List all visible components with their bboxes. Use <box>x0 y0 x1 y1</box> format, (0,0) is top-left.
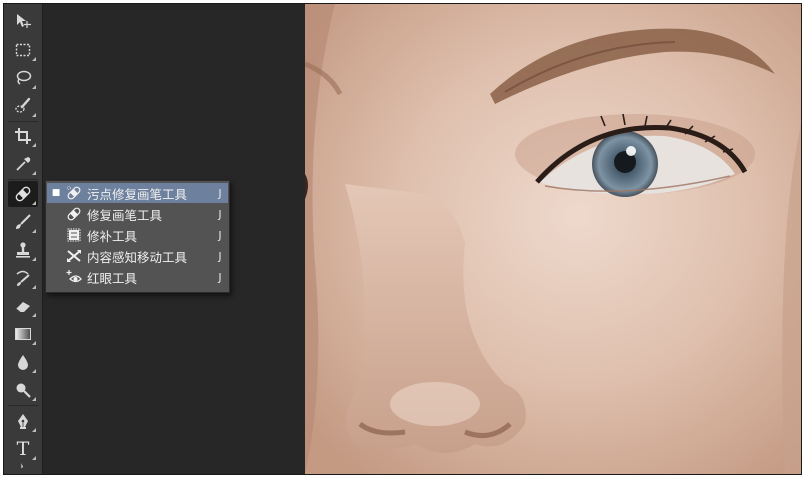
dodge-tool[interactable] <box>8 377 38 403</box>
menu-item-red-eye[interactable]: 红眼工具 J <box>47 267 228 287</box>
document-photo <box>305 4 801 474</box>
menu-item-patch[interactable]: 修补工具 J <box>47 225 228 245</box>
content-aware-move-icon <box>65 248 83 264</box>
history-brush-tool[interactable] <box>8 265 38 291</box>
menu-item-label: 修补工具 <box>87 228 138 244</box>
lasso-icon <box>16 70 32 85</box>
menu-item-label: 污点修复画笔工具 <box>87 186 188 202</box>
gradient-tool[interactable] <box>8 321 38 347</box>
quick-selection-tool[interactable] <box>8 93 38 119</box>
path-selection-icon <box>21 463 23 469</box>
menu-item-label: 红眼工具 <box>87 270 138 286</box>
quick-selection-icon <box>15 97 31 113</box>
move-icon <box>17 14 31 28</box>
type-tool[interactable]: T <box>8 436 38 462</box>
move-tool[interactable] <box>8 8 38 34</box>
shortcut-key: J <box>218 228 222 242</box>
shortcut-key: J <box>218 249 222 263</box>
marquee-tool[interactable] <box>8 37 38 63</box>
pen-icon <box>18 414 28 429</box>
brush-tool[interactable] <box>8 209 38 235</box>
bandage-icon <box>65 206 83 222</box>
menu-item-label: 修复画笔工具 <box>87 207 163 223</box>
dodge-icon <box>16 383 31 398</box>
clone-stamp-tool[interactable] <box>8 237 38 263</box>
menu-item-healing-brush[interactable]: 修复画笔工具 J <box>47 204 228 224</box>
tools-panel: T <box>4 4 43 474</box>
stamp-icon <box>16 242 30 258</box>
patch-icon <box>65 227 83 243</box>
spot-healing-icon <box>65 185 83 201</box>
gradient-icon <box>15 328 31 340</box>
history-brush-icon <box>16 270 30 286</box>
path-selection-tool[interactable] <box>8 462 38 474</box>
menu-item-label: 内容感知移动工具 <box>87 249 188 265</box>
type-icon: T <box>16 437 30 460</box>
selected-bullet: ■ <box>51 188 61 198</box>
drop-icon <box>18 355 28 370</box>
red-eye-icon <box>65 269 83 285</box>
healing-tools-flyout: ■ 污点修复画笔工具 J 修复画笔工具 J 修补工具 J 内容感知移动工具 J … <box>45 180 230 293</box>
eraser-icon <box>15 302 30 313</box>
bandage-icon <box>15 186 31 202</box>
shortcut-key: J <box>218 270 222 284</box>
shortcut-key: J <box>218 186 222 200</box>
crop-icon <box>15 128 31 144</box>
menu-item-content-aware-move[interactable]: 内容感知移动工具 J <box>47 246 228 266</box>
blur-tool[interactable] <box>8 349 38 375</box>
pen-tool[interactable] <box>8 408 38 434</box>
brush-icon <box>16 214 31 229</box>
healing-brush-tool[interactable] <box>8 181 38 207</box>
eyedropper-icon <box>16 157 31 171</box>
eyedropper-tool[interactable] <box>8 151 38 177</box>
lasso-tool[interactable] <box>8 65 38 91</box>
shortcut-key: J <box>218 207 222 221</box>
menu-item-spot-healing-brush[interactable]: ■ 污点修复画笔工具 J <box>47 183 228 203</box>
photoshop-window: T ■ 污点修复画笔工具 J 修复画笔工具 J 修补工具 J 内容感知移动工具 … <box>3 3 802 475</box>
face-photo-image <box>305 4 801 474</box>
marquee-icon <box>15 43 31 57</box>
eraser-tool[interactable] <box>8 293 38 319</box>
crop-tool[interactable] <box>8 123 38 149</box>
